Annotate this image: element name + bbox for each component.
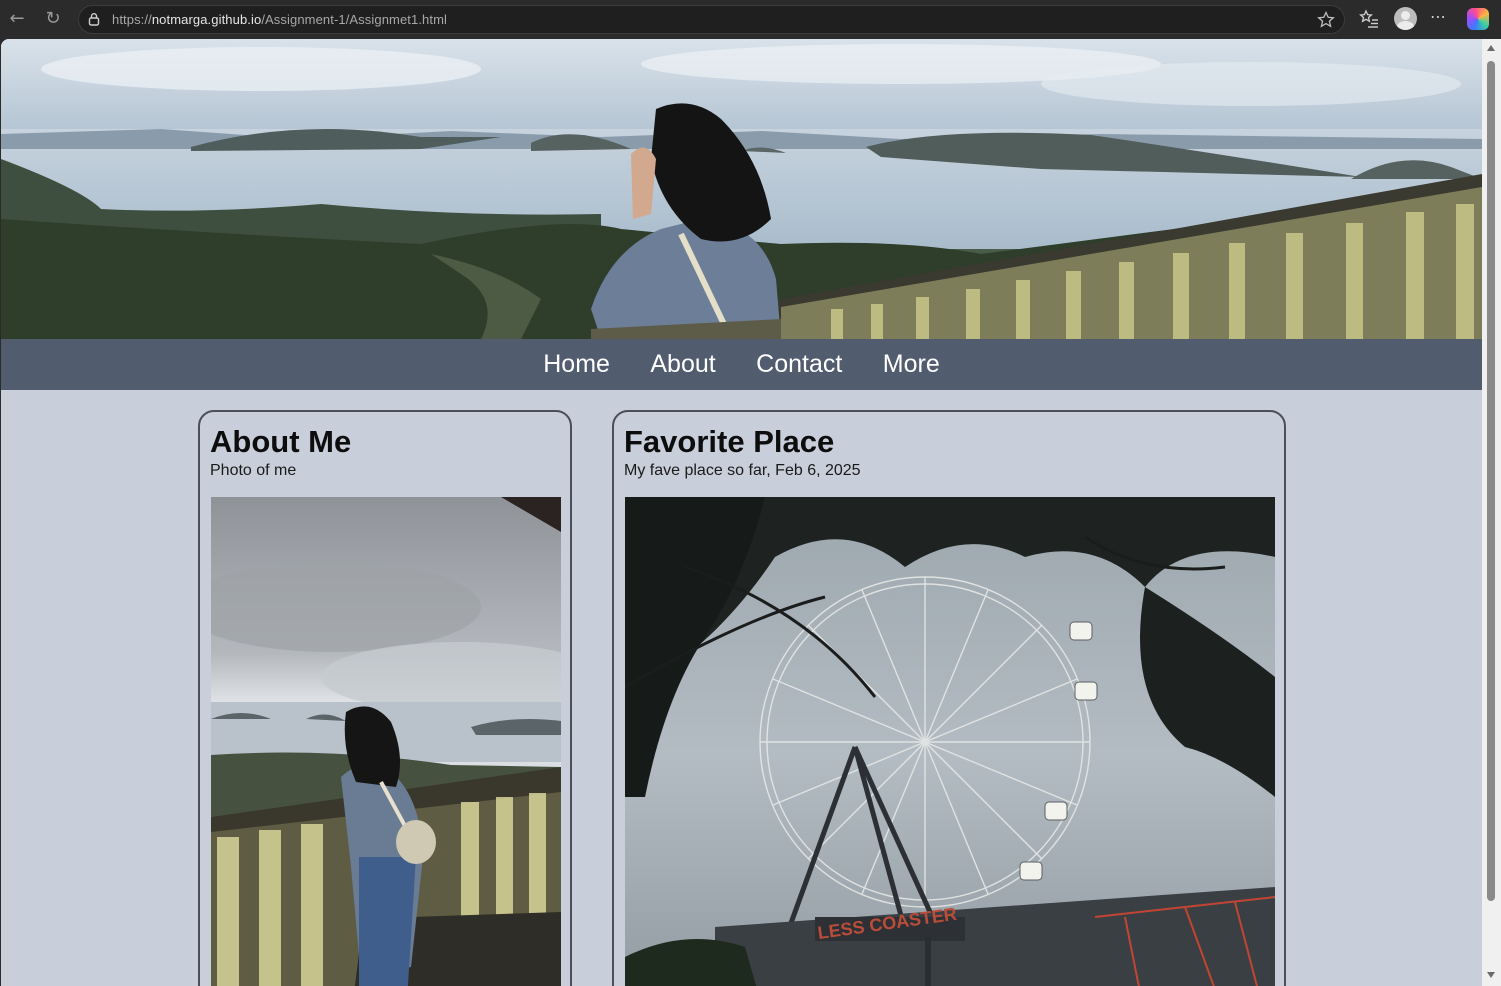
- nav-more[interactable]: More: [883, 339, 940, 390]
- page-viewport: Home About Contact More About Me Photo o…: [1, 39, 1482, 986]
- nav-home[interactable]: Home: [543, 339, 610, 390]
- browser-toolbar: ← ↻ https://notmarga.github.io/Assignmen…: [0, 0, 1501, 39]
- scroll-down-arrow-icon[interactable]: [1487, 972, 1495, 978]
- lake-view-banner-illustration: [1, 39, 1482, 339]
- favorite-place-subtitle: My fave place so far, Feb 6, 2025: [624, 462, 861, 479]
- url-host: notmarga.github.io: [151, 12, 262, 27]
- address-bar[interactable]: https://notmarga.github.io/Assignment-1/…: [78, 5, 1345, 34]
- url-text[interactable]: https://notmarga.github.io/Assignment-1/…: [112, 12, 447, 27]
- refresh-icon[interactable]: ↻: [41, 7, 65, 31]
- copilot-icon[interactable]: [1467, 8, 1489, 30]
- favorites-list-icon[interactable]: [1358, 8, 1380, 30]
- favorite-star-icon[interactable]: [1316, 10, 1336, 30]
- main-navbar: Home About Contact More: [1, 339, 1482, 390]
- more-options-icon[interactable]: ⋯: [1430, 7, 1447, 26]
- nav-about[interactable]: About: [650, 339, 715, 390]
- about-me-photo: [211, 497, 561, 986]
- url-prefix: https://: [112, 12, 152, 27]
- back-arrow-icon[interactable]: ←: [5, 7, 29, 31]
- header-banner-image: [1, 39, 1482, 339]
- favorite-place-photo: LESS COASTER: [625, 497, 1275, 986]
- scroll-up-arrow-icon[interactable]: [1487, 45, 1495, 51]
- favorite-place-title: Favorite Place: [624, 424, 835, 459]
- about-me-subtitle: Photo of me: [210, 462, 297, 479]
- nav-contact[interactable]: Contact: [756, 339, 842, 390]
- lock-icon[interactable]: [87, 12, 101, 26]
- about-me-card: About Me Photo of me: [198, 410, 572, 986]
- about-me-title: About Me: [210, 424, 352, 459]
- profile-avatar-icon[interactable]: [1394, 7, 1417, 30]
- portrait-photo-illustration: [211, 497, 561, 986]
- ferris-wheel-photo-illustration: LESS COASTER: [625, 497, 1275, 986]
- favorite-place-card: Favorite Place My fave place so far, Feb…: [612, 410, 1286, 986]
- scrollbar-thumb[interactable]: [1487, 61, 1495, 901]
- page-scrollbar[interactable]: [1482, 39, 1501, 986]
- url-path: /Assignment-1/Assignmet1.html: [261, 12, 448, 27]
